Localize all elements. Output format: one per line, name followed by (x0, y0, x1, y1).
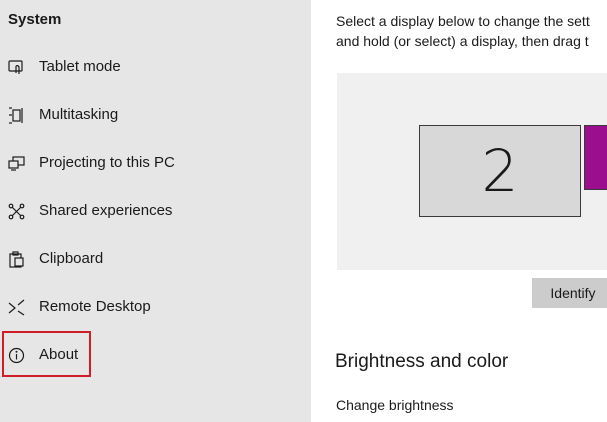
about-highlight-box (2, 331, 91, 377)
main-content: Select a display below to change the set… (311, 0, 607, 422)
projecting-icon (8, 155, 25, 172)
multitasking-icon (8, 107, 25, 124)
sidebar-item-label: Tablet mode (39, 58, 121, 75)
display-instructions: Select a display below to change the set… (336, 11, 607, 51)
sidebar-item-clipboard[interactable]: Clipboard (0, 239, 311, 279)
sidebar: System Tablet mode Multitasking Projecti… (0, 0, 311, 422)
change-brightness-label: Change brightness (336, 397, 454, 413)
sidebar-item-projecting[interactable]: Projecting to this PC (0, 143, 311, 183)
identify-button[interactable]: Identify (532, 278, 607, 308)
sidebar-item-label: Clipboard (39, 250, 104, 267)
remote-desktop-icon (8, 299, 25, 316)
sidebar-item-label: Remote Desktop (39, 298, 151, 315)
sidebar-title: System (8, 11, 62, 28)
sidebar-item-tablet-mode[interactable]: Tablet mode (0, 47, 311, 87)
sidebar-item-label: Multitasking (39, 106, 119, 123)
sidebar-item-label: Projecting to this PC (39, 154, 175, 171)
tablet-mode-icon (8, 59, 25, 76)
section-heading-brightness: Brightness and color (335, 351, 509, 372)
sidebar-item-label: Shared experiences (39, 202, 173, 219)
sidebar-item-shared-experiences[interactable]: Shared experiences (0, 191, 311, 231)
display-arrangement-area: 2 (337, 73, 607, 270)
shared-experiences-icon (8, 203, 25, 220)
display-1[interactable] (584, 125, 607, 190)
instructions-line-2: and hold (or select) a display, then dra… (336, 33, 589, 49)
sidebar-item-remote-desktop[interactable]: Remote Desktop (0, 287, 311, 327)
clipboard-icon (8, 251, 25, 268)
sidebar-item-multitasking[interactable]: Multitasking (0, 95, 311, 135)
display-2[interactable]: 2 (419, 125, 581, 217)
display-2-number: 2 (481, 137, 519, 205)
instructions-line-1: Select a display below to change the set… (336, 13, 590, 29)
